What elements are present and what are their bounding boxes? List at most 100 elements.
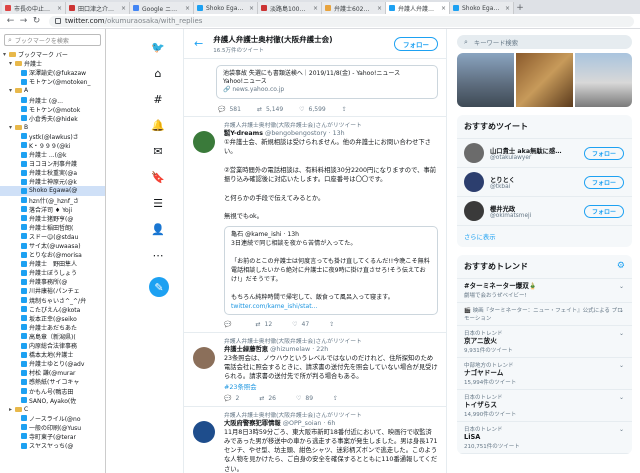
- trend-item[interactable]: 🎬 映画『ターミネーター：ニュー・フェイト』公式による プロモーション ⌄: [457, 303, 632, 326]
- avatar[interactable]: [193, 420, 215, 443]
- tweet[interactable]: 弁護人弁護士奥村徹(大阪弁護士会)さんがリツイート ㍿Y-dreams @beng…: [184, 117, 446, 333]
- close-icon[interactable]: ×: [377, 5, 382, 12]
- trend-item[interactable]: #ターミネーター爆双🎍 劇場で会おうぜベイビー! ⌄: [457, 279, 632, 303]
- bookmark-folder[interactable]: ▾ ブックマーク バー: [0, 50, 105, 59]
- new-tab-button[interactable]: +: [514, 2, 526, 14]
- bookmark-item[interactable]: 高島章（新潟県)(: [0, 332, 105, 341]
- share-button[interactable]: ⇪: [329, 321, 334, 328]
- bookmark-item[interactable]: 弁護士神原元(@k: [0, 177, 105, 186]
- bookmark-item[interactable]: 寺町東子(@terar: [0, 432, 105, 441]
- hashtag-link[interactable]: #23条照会: [224, 382, 438, 391]
- bookmark-item[interactable]: 弁護士稲田哲朗(: [0, 223, 105, 232]
- quoted-tweet[interactable]: 亀石 @kame_ishi · 13h 3日連続で同じ相談を夜から苦情が入ってた。…: [224, 225, 438, 315]
- bookmark-item[interactable]: 弁護士ぼうしょう: [0, 268, 105, 277]
- close-icon[interactable]: ×: [313, 5, 318, 12]
- photo-thumbnail[interactable]: [516, 53, 573, 107]
- bookmark-item[interactable]: ヨコヨン刑事弁護: [0, 159, 105, 168]
- author-name[interactable]: 大阪府警察犯罪情報: [224, 420, 281, 427]
- more-icon[interactable]: ⋯: [150, 247, 166, 263]
- bookmark-item[interactable]: 内原総合法律事務: [0, 341, 105, 350]
- trend-item[interactable]: 日本のトレンド LiSA 210,751件のツイート ⌄: [457, 422, 632, 454]
- back-arrow-icon[interactable]: ←: [194, 37, 203, 50]
- bookmark-item[interactable]: サイ太(@uwaasa): [0, 241, 105, 250]
- bookmark-item[interactable]: モトケン(@motoken_: [0, 77, 105, 86]
- trend-item[interactable]: 日本のトレンド 京アニ放火 9,931件のツイート ⌄: [457, 326, 632, 358]
- who-to-follow-item[interactable]: 山口貴士 aka無駄に感… @otakulawyer フォロー: [457, 139, 632, 168]
- bookmark-item[interactable]: 橋本太地(弁護士: [0, 350, 105, 359]
- like-button[interactable]: ♡ 89: [296, 395, 313, 402]
- mail-icon[interactable]: ✉: [150, 143, 166, 159]
- close-icon[interactable]: ×: [441, 5, 446, 12]
- bookmark-item[interactable]: スドー☺(@stdau: [0, 232, 105, 241]
- avatar[interactable]: [464, 172, 484, 192]
- bookmark-icon[interactable]: 🔖: [150, 169, 166, 185]
- compose-tweet-button[interactable]: ✎: [149, 277, 169, 297]
- close-icon[interactable]: ×: [57, 5, 62, 12]
- browser-tab[interactable]: 弁護士602人が声明×: [322, 2, 386, 14]
- bookmark-item[interactable]: 弁護士ゆとり(@adv: [0, 359, 105, 368]
- author-name[interactable]: 弁護士緑藤哲恵: [224, 346, 268, 353]
- bookmark-item[interactable]: 一般の印刷(@Yusu: [0, 423, 105, 432]
- follow-button[interactable]: フォロー: [583, 204, 624, 218]
- show-more-link[interactable]: さらに表示: [457, 226, 632, 247]
- chevron-down-icon[interactable]: ⌄: [619, 283, 624, 290]
- browser-tab[interactable]: Shoko Egawa(@Sho×: [194, 2, 258, 14]
- bookmark-item[interactable]: 弁護士秋重実(@a: [0, 168, 105, 177]
- close-icon[interactable]: ×: [249, 5, 254, 12]
- browser-tab[interactable]: Shoko Egawa(@Sho×: [450, 2, 514, 14]
- who-to-follow-item[interactable]: とりとく @tkbai フォロー: [457, 168, 632, 197]
- browser-tab[interactable]: 田口津之介公式サイト×: [66, 2, 130, 14]
- avatar[interactable]: [193, 131, 215, 153]
- quoted-link[interactable]: twitter.com/kame_ishi/stat...: [231, 302, 431, 311]
- gear-icon[interactable]: ⚙: [617, 261, 625, 271]
- bookmark-folder[interactable]: ▾ B: [0, 123, 105, 132]
- bookmark-item[interactable]: 小倉秀夫(@hidek: [0, 114, 105, 123]
- chevron-down-icon[interactable]: ⌄: [619, 394, 624, 401]
- bookmark-folder[interactable]: ▾ A: [0, 86, 105, 95]
- bookmark-item[interactable]: 村松 謙(@murar: [0, 368, 105, 377]
- bookmark-item[interactable]: とりなお(@morisa: [0, 250, 105, 259]
- avatar[interactable]: [193, 346, 215, 369]
- who-to-follow-item[interactable]: 櫻井光政 @okimatsmeji フォロー: [457, 197, 632, 226]
- like-button[interactable]: ♡ 47: [292, 321, 309, 328]
- bookmark-item[interactable]: ystk(@lawkus)さ: [0, 132, 105, 141]
- bell-icon[interactable]: 🔔: [150, 117, 166, 133]
- reply-button[interactable]: 💬 581: [218, 106, 241, 113]
- retweet-button[interactable]: ⇄ 5,149: [257, 106, 283, 113]
- bookmark-item[interactable]: K・９９９(@ki: [0, 141, 105, 150]
- url-field[interactable]: twitter.com/okumuraosaka/with_replies: [49, 15, 634, 27]
- follow-button[interactable]: フォロー: [583, 146, 624, 160]
- bookmark-item[interactable]: かもん号(鴨志田: [0, 386, 105, 396]
- bookmark-item[interactable]: 弁護士あだちあた: [0, 323, 105, 332]
- reload-button[interactable]: ↻: [30, 16, 43, 26]
- retweet-button[interactable]: ⇄ 26: [259, 395, 276, 402]
- chevron-down-icon[interactable]: ⌄: [619, 330, 624, 337]
- bookmark-item[interactable]: モトケン(@motok: [0, 105, 105, 114]
- browser-tab[interactable]: Google ニュース×: [130, 2, 194, 14]
- like-button[interactable]: ♡ 6,599: [299, 106, 326, 113]
- reply-button[interactable]: 💬: [224, 321, 235, 328]
- twitter-logo-icon[interactable]: 🐦: [150, 39, 166, 55]
- trend-item[interactable]: 日本のトレンド トイザらス 14,990件のツイート ⌄: [457, 390, 632, 422]
- bookmark-folder[interactable]: ▾ 弁護士: [0, 59, 105, 68]
- trend-item[interactable]: 中部地方のトレンド ナゴヤドーム 15,994件のツイート ⌄: [457, 358, 632, 390]
- bookmark-item[interactable]: SANO, Ayako(佐: [0, 396, 105, 405]
- share-button[interactable]: ⇪: [342, 106, 347, 113]
- tweet[interactable]: 弁護人弁護士奥村徹(大阪弁護士会)さんがリツイート 弁護士緑藤哲恵 @hizume…: [184, 333, 446, 407]
- hashtag-icon[interactable]: #: [150, 91, 166, 107]
- bookmark-item[interactable]: 坂本正幸(@seiko: [0, 314, 105, 323]
- bookmark-item[interactable]: 弁護士 ...(@k: [0, 150, 105, 159]
- bookmark-item[interactable]: 弁護士 野田隼人: [0, 259, 105, 268]
- photo-thumbnail[interactable]: [575, 53, 632, 107]
- retweet-button[interactable]: ⇄ 12: [255, 321, 272, 328]
- list-icon[interactable]: ☰: [150, 195, 166, 211]
- browser-tab[interactable]: 市長の中止理由ではつきり×: [2, 2, 66, 14]
- bookmark-item[interactable]: Shoko Egawa(@: [0, 186, 105, 196]
- bookmark-item[interactable]: 深澤諭史(@fukazaw: [0, 68, 105, 77]
- bookmark-item[interactable]: 焼制ちゃいさ^_^/弁: [0, 296, 105, 305]
- home-icon[interactable]: ⌂: [150, 65, 166, 81]
- back-button[interactable]: ←: [4, 16, 17, 26]
- bookmark-item[interactable]: 落合洋司 ♦ Yoji: [0, 205, 105, 214]
- bookmark-folder[interactable]: ▸ C: [0, 405, 105, 414]
- avatar[interactable]: [464, 143, 484, 163]
